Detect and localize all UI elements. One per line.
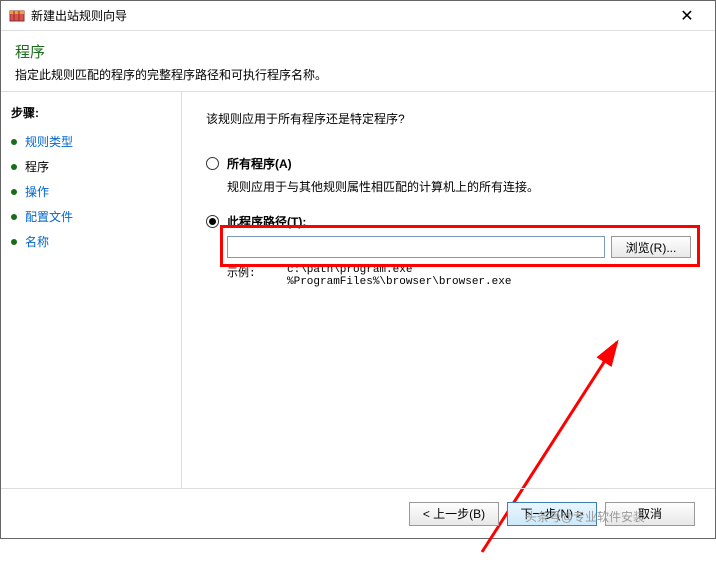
header: 程序 指定此规则匹配的程序的完整程序路径和可执行程序名称。 xyxy=(1,31,715,91)
sidebar-step-2[interactable]: 操作 xyxy=(11,179,171,204)
radio-group: 所有程序(A) 规则应用于与其他规则属性相匹配的计算机上的所有连接。 此程序路径… xyxy=(206,155,691,288)
sidebar-step-3[interactable]: 配置文件 xyxy=(11,204,171,229)
path-input-row: 浏览(R)... xyxy=(227,236,691,258)
radio-all-label: 所有程序(A) xyxy=(227,155,292,172)
steps-label: 步骤: xyxy=(11,104,171,121)
radio-all-programs[interactable]: 所有程序(A) xyxy=(206,155,691,172)
sidebar: 步骤: 规则类型程序操作配置文件名称 xyxy=(1,92,181,488)
titlebar: 新建出站规则向导 ✕ xyxy=(1,1,715,31)
step-bullet-icon xyxy=(11,139,17,145)
back-button[interactable]: < 上一步(B) xyxy=(409,502,499,526)
next-button[interactable]: 下一步(N) > xyxy=(507,502,597,526)
cancel-button[interactable]: 取消 xyxy=(605,502,695,526)
radio-program-path[interactable]: 此程序路径(T): xyxy=(206,213,691,230)
firewall-icon xyxy=(9,8,25,24)
radio-all-desc: 规则应用于与其他规则属性相匹配的计算机上的所有连接。 xyxy=(227,178,691,195)
sidebar-step-0[interactable]: 规则类型 xyxy=(11,129,171,154)
body: 步骤: 规则类型程序操作配置文件名称 该规则应用于所有程序还是特定程序? 所有程… xyxy=(1,92,715,488)
question-text: 该规则应用于所有程序还是特定程序? xyxy=(206,110,691,127)
page-subtitle: 指定此规则匹配的程序的完整程序路径和可执行程序名称。 xyxy=(15,66,701,83)
example-row: 示例: c:\path\program.exe %ProgramFiles%\b… xyxy=(227,264,691,288)
sidebar-step-1: 程序 xyxy=(11,154,171,179)
step-label: 程序 xyxy=(25,158,49,175)
browse-button[interactable]: 浏览(R)... xyxy=(611,236,691,258)
wizard-window: 新建出站规则向导 ✕ 程序 指定此规则匹配的程序的完整程序路径和可执行程序名称。… xyxy=(0,0,716,539)
program-path-input[interactable] xyxy=(227,236,605,258)
window-title: 新建出站规则向导 xyxy=(31,7,667,24)
step-label: 操作 xyxy=(25,183,49,200)
example-label: 示例: xyxy=(227,264,287,288)
footer: < 上一步(B) 下一步(N) > 取消 头条号@专业软件安装 xyxy=(1,488,715,538)
radio-path-label: 此程序路径(T): xyxy=(227,213,306,230)
radio-all-circle[interactable] xyxy=(206,157,219,170)
main-panel: 该规则应用于所有程序还是特定程序? 所有程序(A) 规则应用于与其他规则属性相匹… xyxy=(181,92,715,488)
step-bullet-icon xyxy=(11,214,17,220)
example-paths: c:\path\program.exe %ProgramFiles%\brows… xyxy=(287,264,511,288)
step-bullet-icon xyxy=(11,189,17,195)
close-button[interactable]: ✕ xyxy=(667,2,707,30)
step-label: 名称 xyxy=(25,233,49,250)
step-bullet-icon xyxy=(11,239,17,245)
step-label: 配置文件 xyxy=(25,208,73,225)
radio-path-circle[interactable] xyxy=(206,215,219,228)
sidebar-step-4[interactable]: 名称 xyxy=(11,229,171,254)
page-title: 程序 xyxy=(15,41,701,62)
step-label: 规则类型 xyxy=(25,133,73,150)
step-bullet-icon xyxy=(11,164,17,170)
